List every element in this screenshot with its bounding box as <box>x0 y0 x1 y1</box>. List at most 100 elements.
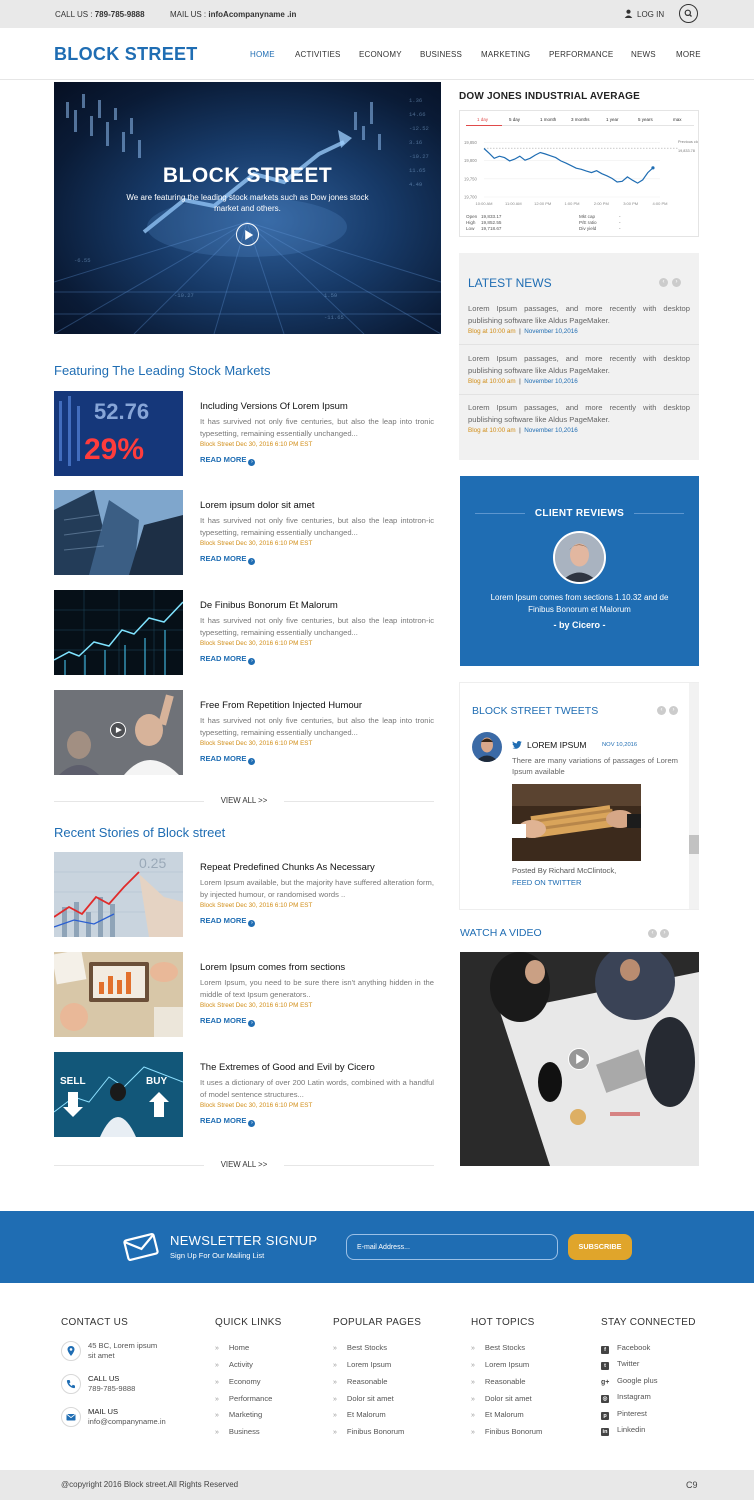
article-title[interactable]: Free From Repetition Injected Humour <box>200 700 362 711</box>
article-thumbnail[interactable] <box>54 590 183 675</box>
tweets-scrollbar[interactable] <box>689 683 699 909</box>
subscribe-button[interactable]: SUBSCRIBE <box>568 1234 632 1260</box>
footer-link[interactable]: » Et Malorum <box>471 1410 524 1419</box>
footer-link[interactable]: » Best Stocks <box>333 1343 387 1352</box>
footer-link[interactable]: » Finibus Bonorum <box>333 1427 404 1436</box>
footer-link[interactable]: » Home <box>215 1343 249 1352</box>
article-title[interactable]: Lorem ipsum dolor sit amet <box>200 500 315 511</box>
next-arrow-icon[interactable]: › <box>660 929 669 938</box>
nav-marketing[interactable]: MARKETING <box>481 50 530 59</box>
footer-link[interactable]: » Best Stocks <box>471 1343 525 1352</box>
social-facebook[interactable]: f Facebook <box>601 1343 650 1354</box>
tab-1-month[interactable]: 1 month <box>540 117 556 122</box>
footer-link[interactable]: » Lorem Ipsum <box>471 1360 529 1369</box>
footer-link[interactable]: » Business <box>215 1427 260 1436</box>
prev-arrow-icon[interactable]: ‹ <box>659 278 668 287</box>
footer-link[interactable]: » Finibus Bonorum <box>471 1427 542 1436</box>
video-player[interactable] <box>460 952 699 1166</box>
tweet-user[interactable]: LOREM IPSUM <box>512 740 587 750</box>
footer-popular-title: POPULAR PAGES <box>333 1317 422 1328</box>
footer-link[interactable]: » Dolor sit amet <box>471 1394 532 1403</box>
footer-link[interactable]: » Lorem Ipsum <box>333 1360 391 1369</box>
stat-div: - <box>619 226 621 231</box>
article-title[interactable]: Lorem Ipsum comes from sections <box>200 962 345 973</box>
read-more-link[interactable]: READ MORE › <box>200 1116 256 1127</box>
social-twitter[interactable]: t Twitter <box>601 1359 639 1370</box>
footer-link[interactable]: » Reasonable <box>333 1377 387 1386</box>
link-label: Best Stocks <box>484 1343 525 1352</box>
article-thumbnail[interactable]: 52.76 29% <box>54 391 183 476</box>
footer-link[interactable]: » Marketing <box>215 1410 262 1419</box>
article-title[interactable]: Including Versions Of Lorem Ipsum <box>200 401 348 412</box>
news-item[interactable]: Lorem Ipsum passages, and more recently … <box>468 303 690 335</box>
article-thumbnail[interactable] <box>54 952 183 1037</box>
social-linkedin[interactable]: in Linkedin <box>601 1425 645 1436</box>
tab-3-months[interactable]: 3 months <box>571 117 590 122</box>
mail-value[interactable]: infoAcompanyname .in <box>208 10 296 19</box>
news-meta: Blog at 10:00 am | November 10,2016 <box>468 378 578 385</box>
call-number[interactable]: 789-785-9888 <box>88 1384 135 1394</box>
read-more-link[interactable]: READ MORE › <box>200 916 256 927</box>
client-reviews-panel: CLIENT REVIEWS Lorem Ipsum comes from se… <box>460 476 699 666</box>
read-more-link[interactable]: READ MORE › <box>200 754 256 765</box>
feed-on-twitter-link[interactable]: FEED ON TWITTER <box>512 878 581 887</box>
read-more-link[interactable]: READ MORE › <box>200 1016 256 1027</box>
social-pinterest[interactable]: p Pinterest <box>601 1409 647 1420</box>
nav-home[interactable]: HOME <box>250 50 275 59</box>
read-more-link[interactable]: READ MORE › <box>200 455 256 466</box>
tab-5-years[interactable]: 5 years <box>638 117 653 122</box>
nav-economy[interactable]: ECONOMY <box>359 50 402 59</box>
news-item[interactable]: Lorem Ipsum passages, and more recently … <box>468 353 690 385</box>
search-button[interactable] <box>679 4 698 23</box>
footer-link[interactable]: » Dolor sit amet <box>333 1394 394 1403</box>
footer-link[interactable]: » Activity <box>215 1360 253 1369</box>
mail-address[interactable]: info@companyname.in <box>88 1417 166 1427</box>
video-play-button[interactable] <box>110 722 126 738</box>
prev-arrow-icon[interactable]: ‹ <box>657 706 666 715</box>
article-thumbnail[interactable]: 0.25 <box>54 852 183 937</box>
featured-view-all[interactable]: VIEW ALL >> <box>54 796 434 805</box>
nav-business[interactable]: BUSINESS <box>420 50 462 59</box>
footer-link[interactable]: » Reasonable <box>471 1377 525 1386</box>
article-title[interactable]: The Extremes of Good and Evil by Cicero <box>200 1062 375 1073</box>
tab-1-year[interactable]: 1 year <box>606 117 619 122</box>
social-instagram[interactable]: ◎ Instagram <box>601 1392 651 1403</box>
nav-activities[interactable]: ACTIVITIES <box>295 50 341 59</box>
read-more-link[interactable]: READ MORE › <box>200 554 256 565</box>
site-logo[interactable]: BLOCK STREET <box>54 44 198 65</box>
article-thumbnail[interactable] <box>54 490 183 575</box>
tweet-image[interactable] <box>512 784 641 861</box>
article-title[interactable]: De Finibus Bonorum Et Malorum <box>200 600 338 611</box>
call-number[interactable]: 789-785-9888 <box>95 10 145 19</box>
video-play-button[interactable] <box>568 1048 590 1070</box>
footer-link[interactable]: » Economy <box>215 1377 261 1386</box>
article-thumbnail[interactable]: SELL BUY <box>54 1052 183 1137</box>
next-arrow-icon[interactable]: › <box>672 278 681 287</box>
tab-1-day[interactable]: 1 day <box>477 117 488 122</box>
article-title[interactable]: Repeat Predefined Chunks As Necessary <box>200 862 375 873</box>
next-arrow-icon[interactable]: › <box>669 706 678 715</box>
tweet-date: NOV 10,2016 <box>602 742 638 748</box>
read-more-link[interactable]: READ MORE › <box>200 654 256 665</box>
article-thumbnail[interactable] <box>54 690 183 775</box>
news-text: Lorem Ipsum passages, and more recently … <box>468 403 690 424</box>
stat-high: 19,852.55 <box>481 220 502 225</box>
nav-news[interactable]: NEWS <box>631 50 656 59</box>
prev-arrow-icon[interactable]: ‹ <box>648 929 657 938</box>
login-link[interactable]: LOG IN <box>624 9 664 19</box>
nav-performance[interactable]: PERFORMANCE <box>549 50 613 59</box>
hero-play-button[interactable] <box>236 223 259 246</box>
chart-y-tick-label: 19,850 <box>464 140 477 145</box>
recent-view-all[interactable]: VIEW ALL >> <box>54 1160 434 1169</box>
footer-link[interactable]: » Performance <box>215 1394 272 1403</box>
footer-link[interactable]: » Et Malorum <box>333 1410 386 1419</box>
news-item[interactable]: Lorem Ipsum passages, and more recently … <box>468 402 690 434</box>
chart-x-tick-label: 2:00 PM <box>594 201 609 206</box>
scrollbar-thumb[interactable] <box>689 835 699 854</box>
nav-more[interactable]: MORE <box>676 50 701 59</box>
tab-max[interactable]: max <box>673 117 682 122</box>
tab-5-day[interactable]: 5 day <box>509 117 520 122</box>
social-google-plus[interactable]: g+ Google plus <box>601 1376 658 1387</box>
chart-y-tick-label: 19,800 <box>464 158 477 163</box>
email-input[interactable]: E-mail Address... <box>346 1234 558 1260</box>
